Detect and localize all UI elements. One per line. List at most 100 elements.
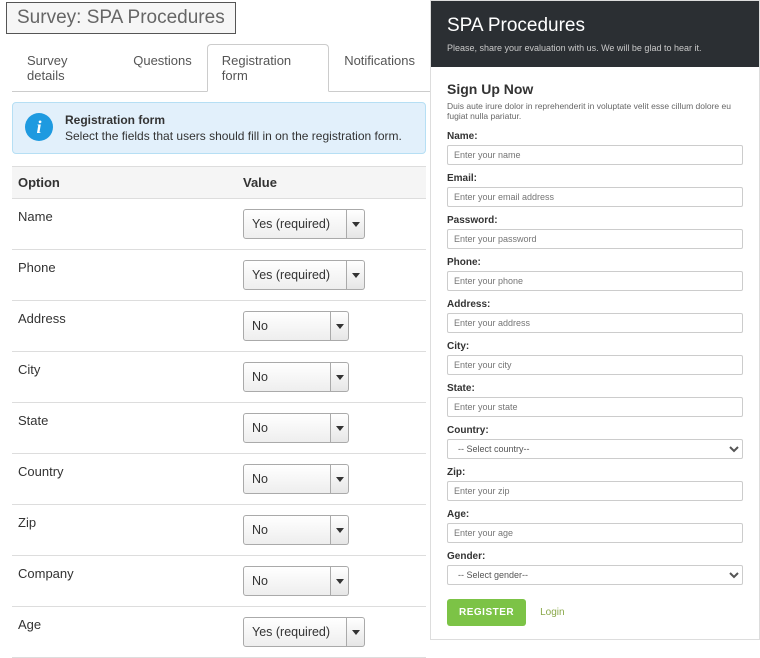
value-select[interactable]: Yes (required) xyxy=(243,260,365,290)
select-display: No xyxy=(243,362,331,392)
grid-header-row: Option Value xyxy=(12,167,426,199)
preview-body: Sign Up Now Duis aute irure dolor in rep… xyxy=(431,67,759,640)
table-row: AgeYes (required) xyxy=(12,607,426,658)
tab-questions[interactable]: Questions xyxy=(118,44,207,91)
table-row: AddressNo xyxy=(12,301,426,352)
value-select[interactable]: No xyxy=(243,515,349,545)
tab-notifications[interactable]: Notifications xyxy=(329,44,430,91)
option-label: Country xyxy=(12,454,237,504)
age-input[interactable] xyxy=(447,523,743,543)
option-label: Age xyxy=(12,607,237,657)
survey-title: Survey: SPA Procedures xyxy=(6,2,236,34)
tab-survey-details[interactable]: Survey details xyxy=(12,44,118,91)
value-select[interactable]: No xyxy=(243,362,349,392)
left-pane: Survey: SPA Procedures Survey detailsQue… xyxy=(0,0,430,640)
chevron-down-icon[interactable] xyxy=(331,362,349,392)
field-label: Phone: xyxy=(447,257,743,268)
chevron-down-icon[interactable] xyxy=(331,413,349,443)
col-option: Option xyxy=(12,167,237,198)
options-grid: Option Value NameYes (required)PhoneYes … xyxy=(12,166,426,658)
option-label: Address xyxy=(12,301,237,351)
option-value-cell: No xyxy=(237,454,426,504)
select-display: Yes (required) xyxy=(243,260,347,290)
preview-pane: SPA Procedures Please, share your evalua… xyxy=(430,0,760,640)
address-input[interactable] xyxy=(447,313,743,333)
option-label: State xyxy=(12,403,237,453)
option-value-cell: No xyxy=(237,352,426,402)
country-select[interactable]: -- Select country-- xyxy=(447,439,743,459)
table-row: CountryNo xyxy=(12,454,426,505)
value-select[interactable]: Yes (required) xyxy=(243,209,365,239)
field-label: City: xyxy=(447,341,743,352)
state-input[interactable] xyxy=(447,397,743,417)
option-value-cell: No xyxy=(237,556,426,606)
option-value-cell: Yes (required) xyxy=(237,607,426,657)
table-row: StateNo xyxy=(12,403,426,454)
value-select[interactable]: No xyxy=(243,311,349,341)
info-title: Registration form xyxy=(65,113,415,127)
value-select[interactable]: No xyxy=(243,413,349,443)
phone-input[interactable] xyxy=(447,271,743,291)
signup-title: Sign Up Now xyxy=(447,81,743,97)
field-label: Address: xyxy=(447,299,743,310)
value-select[interactable]: Yes (required) xyxy=(243,617,365,647)
option-label: Name xyxy=(12,199,237,249)
signup-desc: Duis aute irure dolor in reprehenderit i… xyxy=(447,101,743,121)
chevron-down-icon[interactable] xyxy=(331,311,349,341)
value-select[interactable]: No xyxy=(243,566,349,596)
table-row: PhoneYes (required) xyxy=(12,250,426,301)
field-label: Password: xyxy=(447,215,743,226)
select-display: Yes (required) xyxy=(243,209,347,239)
select-display: No xyxy=(243,566,331,596)
info-icon: i xyxy=(25,113,53,141)
field-label: Gender: xyxy=(447,551,743,562)
chevron-down-icon[interactable] xyxy=(347,260,365,290)
field-label: Age: xyxy=(447,509,743,520)
field-label: Email: xyxy=(447,173,743,184)
select-display: No xyxy=(243,413,331,443)
table-row: CompanyNo xyxy=(12,556,426,607)
register-row: REGISTER Login xyxy=(447,599,743,626)
preview-header: SPA Procedures Please, share your evalua… xyxy=(431,1,759,67)
preview-title: SPA Procedures xyxy=(447,15,743,37)
name-input[interactable] xyxy=(447,145,743,165)
select-display: No xyxy=(243,464,331,494)
register-button[interactable]: REGISTER xyxy=(447,599,526,626)
option-value-cell: No xyxy=(237,403,426,453)
field-label: Country: xyxy=(447,425,743,436)
gender-select[interactable]: -- Select gender-- xyxy=(447,565,743,585)
tab-registration-form[interactable]: Registration form xyxy=(207,44,329,92)
col-value: Value xyxy=(237,167,426,198)
password-input[interactable] xyxy=(447,229,743,249)
info-box: i Registration form Select the fields th… xyxy=(12,102,426,154)
option-value-cell: No xyxy=(237,301,426,351)
chevron-down-icon[interactable] xyxy=(331,464,349,494)
chevron-down-icon[interactable] xyxy=(331,566,349,596)
value-select[interactable]: No xyxy=(243,464,349,494)
select-display: Yes (required) xyxy=(243,617,347,647)
field-label: Zip: xyxy=(447,467,743,478)
option-label: Zip xyxy=(12,505,237,555)
table-row: ZipNo xyxy=(12,505,426,556)
zip-input[interactable] xyxy=(447,481,743,501)
option-value-cell: Yes (required) xyxy=(237,199,426,249)
field-label: State: xyxy=(447,383,743,394)
select-display: No xyxy=(243,311,331,341)
field-label: Name: xyxy=(447,131,743,142)
email-input[interactable] xyxy=(447,187,743,207)
chevron-down-icon[interactable] xyxy=(347,209,365,239)
table-row: NameYes (required) xyxy=(12,199,426,250)
option-label: Company xyxy=(12,556,237,606)
preview-subtitle: Please, share your evaluation with us. W… xyxy=(447,43,743,53)
tabs: Survey detailsQuestionsRegistration form… xyxy=(12,44,430,92)
chevron-down-icon[interactable] xyxy=(347,617,365,647)
login-link[interactable]: Login xyxy=(540,607,564,618)
city-input[interactable] xyxy=(447,355,743,375)
select-display: No xyxy=(243,515,331,545)
chevron-down-icon[interactable] xyxy=(331,515,349,545)
option-value-cell: Yes (required) xyxy=(237,250,426,300)
info-text: Select the fields that users should fill… xyxy=(65,129,415,143)
option-label: City xyxy=(12,352,237,402)
option-label: Phone xyxy=(12,250,237,300)
table-row: CityNo xyxy=(12,352,426,403)
